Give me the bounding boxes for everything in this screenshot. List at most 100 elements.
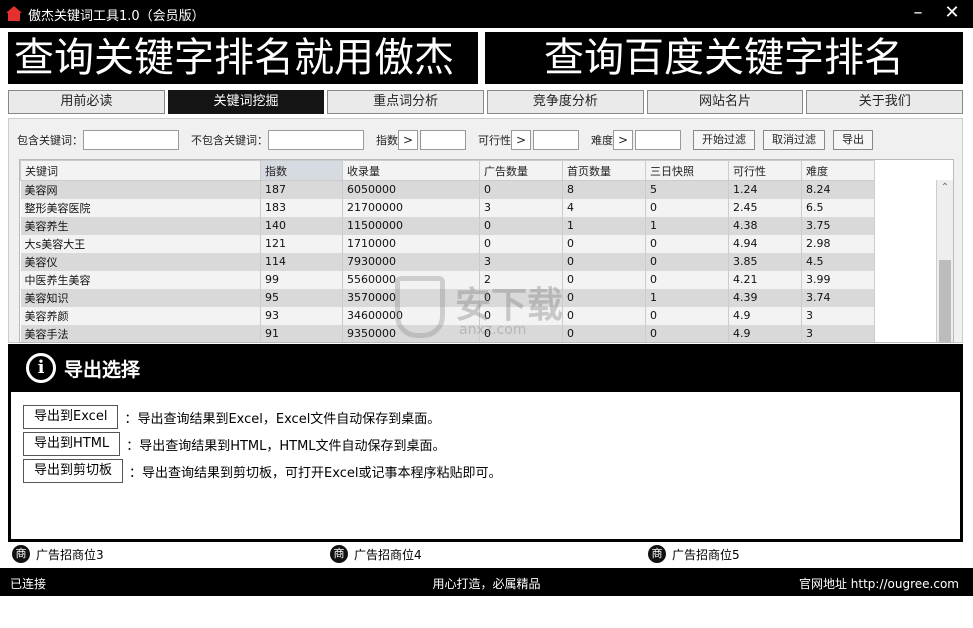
table-row[interactable]: 美容知识 95 3570000 0 0 1 4.39 3.74 xyxy=(20,288,875,307)
index-input[interactable] xyxy=(420,130,466,150)
column-header-sorted[interactable]: 指数 xyxy=(260,160,343,181)
tab-key-analysis[interactable]: 重点词分析 xyxy=(327,90,485,114)
export-button[interactable]: 导出 xyxy=(833,130,873,150)
minimize-button[interactable]: – xyxy=(907,2,929,24)
merchant-icon: 商 xyxy=(648,545,666,563)
index-operator[interactable]: > xyxy=(398,130,418,150)
include-keyword-input[interactable] xyxy=(83,130,179,150)
table-cell: 0 xyxy=(479,288,563,307)
table-cell: 6050000 xyxy=(342,180,480,199)
table-cell: 美容知识 xyxy=(20,288,261,307)
table-cell: 0 xyxy=(479,306,563,325)
table-cell: 4.38 xyxy=(728,216,802,235)
table-cell: 美容手法 xyxy=(20,324,261,342)
info-icon: i xyxy=(26,353,56,383)
feasibility-input[interactable] xyxy=(533,130,579,150)
ad-slot-3[interactable]: 商 广告招商位3 xyxy=(12,545,104,563)
export-dialog-body: 导出到Excel ：导出查询结果到Excel，Excel文件自动保存到桌面。 导… xyxy=(8,392,963,542)
table-row[interactable]: 美容养生 140 11500000 0 1 1 4.38 3.75 xyxy=(20,216,875,235)
table-cell: 3 xyxy=(479,252,563,271)
table-cell: 0 xyxy=(562,324,646,342)
table-cell: 2.45 xyxy=(728,198,802,217)
table-cell: 0 xyxy=(645,198,729,217)
column-header[interactable]: 可行性 xyxy=(728,160,802,181)
table-cell: 0 xyxy=(645,324,729,342)
table-cell: 8.24 xyxy=(801,180,875,199)
scrollbar-thumb[interactable] xyxy=(939,260,951,342)
export-clipboard-desc: ：导出查询结果到剪切板，可打开Excel或记事本程序粘贴即可。 xyxy=(129,465,502,481)
table-cell: 3.75 xyxy=(801,216,875,235)
table-cell: 4.39 xyxy=(728,288,802,307)
table-row[interactable]: 美容网 187 6050000 0 8 5 1.24 8.24 xyxy=(20,180,875,199)
ad-slot-5[interactable]: 商 广告招商位5 xyxy=(648,545,740,563)
banner-left[interactable]: 查询关键字排名就用傲杰 xyxy=(8,32,478,84)
table-cell: 187 xyxy=(260,180,343,199)
export-html-button[interactable]: 导出到HTML xyxy=(23,432,121,456)
tab-keyword-mining[interactable]: 关键词挖掘 xyxy=(167,90,325,114)
table-row[interactable]: 大s美容大王 121 1710000 0 0 0 4.94 2.98 xyxy=(20,234,875,253)
cancel-filter-button[interactable]: 取消过滤 xyxy=(763,130,825,150)
table-cell: 9350000 xyxy=(342,324,480,342)
table-cell: 8 xyxy=(562,180,646,199)
table-cell: 0 xyxy=(645,234,729,253)
table-cell: 6.5 xyxy=(801,198,875,217)
window-title: 傲杰关键词工具1.0（会员版） xyxy=(28,8,205,24)
ad-slot-4[interactable]: 商 广告招商位4 xyxy=(330,545,422,563)
index-label: 指数 xyxy=(376,134,398,147)
tab-site-card[interactable]: 网站名片 xyxy=(646,90,804,114)
table-row[interactable]: 美容仪 114 7930000 3 0 0 3.85 4.5 xyxy=(20,252,875,271)
feasibility-operator[interactable]: > xyxy=(511,130,531,150)
website-link[interactable]: 官网地址 http://ougree.com xyxy=(799,575,959,592)
exclude-keyword-input[interactable] xyxy=(268,130,364,150)
column-header[interactable]: 收录量 xyxy=(342,160,480,181)
table-cell: 3 xyxy=(479,198,563,217)
column-header[interactable]: 三日快照 xyxy=(645,160,729,181)
column-header[interactable]: 首页数量 xyxy=(562,160,646,181)
table-cell: 4.9 xyxy=(728,306,802,325)
table-row[interactable]: 美容手法 91 9350000 0 0 0 4.9 3 xyxy=(20,324,875,342)
table-cell: 3570000 xyxy=(342,288,480,307)
table-row[interactable]: 美容养颜 93 34600000 0 0 0 4.9 3 xyxy=(20,306,875,325)
keyword-panel: 包含关键词： 不包含关键词： 指数 > 可行性 > 难度 > 开始过滤 取消过滤… xyxy=(8,118,963,343)
close-button[interactable]: ✕ xyxy=(941,2,963,24)
merchant-icon: 商 xyxy=(12,545,30,563)
table-cell: 140 xyxy=(260,216,343,235)
tab-about[interactable]: 关于我们 xyxy=(806,90,964,114)
table-cell: 99 xyxy=(260,270,343,289)
table-row[interactable]: 整形美容医院 183 21700000 3 4 0 2.45 6.5 xyxy=(20,198,875,217)
title-bar: 傲杰关键词工具1.0（会员版） – ✕ xyxy=(0,0,973,28)
tab-guide[interactable]: 用前必读 xyxy=(8,90,165,114)
table-cell: 3 xyxy=(801,324,875,342)
tab-competition[interactable]: 竞争度分析 xyxy=(487,90,644,114)
export-option-clipboard: 导出到剪切板 ：导出查询结果到剪切板，可打开Excel或记事本程序粘贴即可。 xyxy=(23,459,501,483)
column-header[interactable]: 难度 xyxy=(801,160,875,181)
difficulty-input[interactable] xyxy=(635,130,681,150)
ad-bar: 商 广告招商位3 商 广告招商位4 商 广告招商位5 xyxy=(0,543,973,565)
table-scrollbar[interactable]: ⌃ xyxy=(936,180,953,342)
table-row[interactable]: 中医养生美容 99 5560000 2 0 0 4.21 3.99 xyxy=(20,270,875,289)
table-cell: 4.94 xyxy=(728,234,802,253)
export-excel-button[interactable]: 导出到Excel xyxy=(23,405,119,429)
table-cell: 114 xyxy=(260,252,343,271)
table-cell: 大s美容大王 xyxy=(20,234,261,253)
table-cell: 0 xyxy=(479,180,563,199)
column-header[interactable]: 广告数量 xyxy=(479,160,563,181)
export-clipboard-button[interactable]: 导出到剪切板 xyxy=(23,459,124,483)
table-cell: 21700000 xyxy=(342,198,480,217)
table-cell: 美容养生 xyxy=(20,216,261,235)
table-cell: 3 xyxy=(801,306,875,325)
banner-right[interactable]: 查询百度关键字排名 xyxy=(485,32,963,84)
table-cell: 0 xyxy=(562,234,646,253)
table-cell: 93 xyxy=(260,306,343,325)
table-cell: 中医养生美容 xyxy=(20,270,261,289)
scroll-up-icon[interactable]: ⌃ xyxy=(937,180,953,196)
start-filter-button[interactable]: 开始过滤 xyxy=(693,130,755,150)
difficulty-operator[interactable]: > xyxy=(613,130,633,150)
table-cell: 11500000 xyxy=(342,216,480,235)
table-cell: 4 xyxy=(562,198,646,217)
column-header[interactable]: 关键词 xyxy=(20,160,261,181)
table-cell: 5560000 xyxy=(342,270,480,289)
table-cell: 3.85 xyxy=(728,252,802,271)
table-cell: 3.74 xyxy=(801,288,875,307)
table-cell: 34600000 xyxy=(342,306,480,325)
